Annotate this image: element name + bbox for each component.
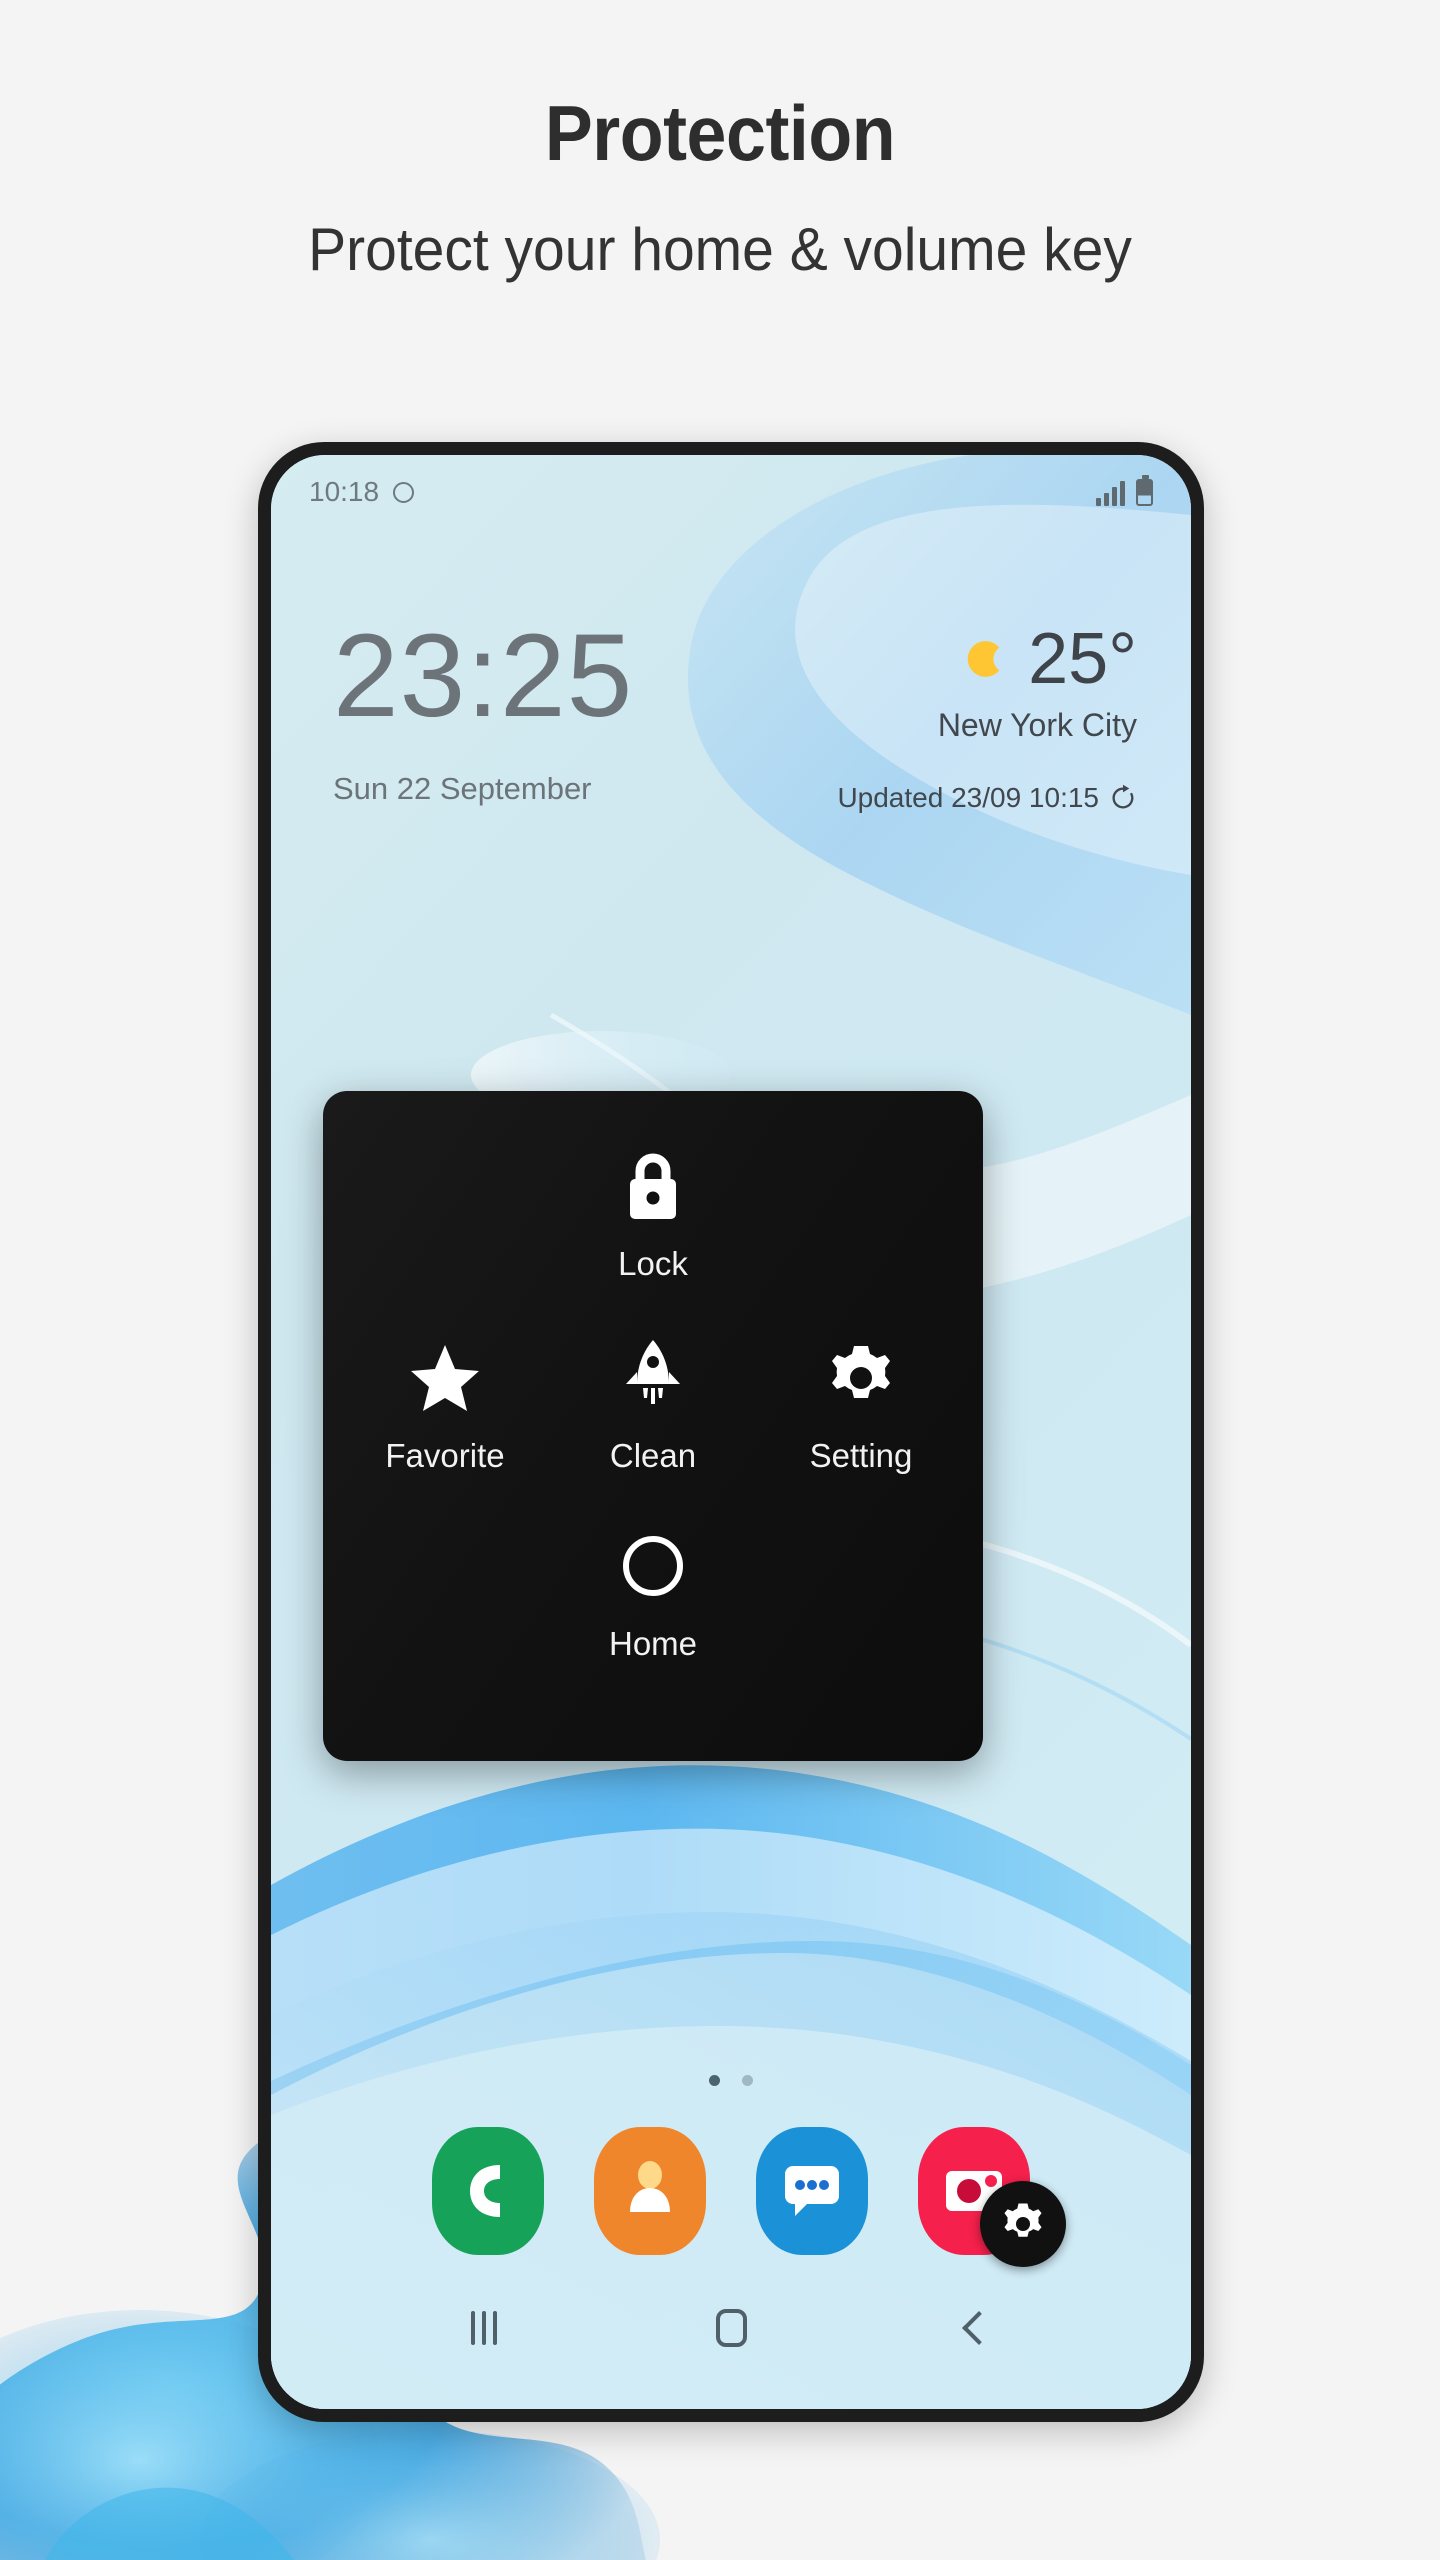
circle-outline-icon [620, 1523, 686, 1609]
recents-icon[interactable] [470, 2311, 497, 2345]
panel-label-favorite: Favorite [385, 1437, 505, 1474]
dock-app-camera[interactable] [918, 2127, 1066, 2267]
panel-label-home: Home [608, 1625, 698, 1662]
navigation-bar [271, 2273, 1191, 2383]
moon-icon [967, 641, 1000, 677]
page-subtitle: Protect your home & volume key [308, 216, 1132, 283]
dock [271, 2127, 1191, 2267]
panel-item-home[interactable]: Home [563, 1523, 743, 1663]
status-bar: 10:18 [271, 455, 1191, 529]
panel-row-3: Home [323, 1475, 983, 1663]
rocket-icon [623, 1335, 683, 1421]
weather-widget[interactable]: 25° New York City Updated 23/09 10:15 [837, 623, 1137, 814]
circle-icon [393, 481, 415, 503]
panel-item-lock[interactable]: Lock [563, 1143, 743, 1283]
page-dot-1[interactable] [709, 2075, 720, 2086]
phone-screen: 10:18 23:25 Sun 22 September 25° New Yor… [271, 455, 1191, 2409]
dock-app-contacts[interactable] [594, 2127, 706, 2255]
status-bar-right [1096, 474, 1153, 506]
signal-bars-icon [1096, 480, 1125, 506]
dock-app-messages[interactable] [756, 2127, 868, 2255]
panel-label-clean: Clean [609, 1437, 697, 1474]
battery-icon [1136, 474, 1153, 506]
gear-icon [1004, 2203, 1042, 2237]
phone-mockup: 10:18 23:25 Sun 22 September 25° New Yor… [258, 442, 1204, 2422]
weather-updated-text: Updated 23/09 10:15 [837, 782, 1099, 813]
gear-icon [825, 1335, 897, 1421]
panel-item-setting[interactable]: Setting [771, 1335, 951, 1475]
panel-item-favorite[interactable]: Favorite [355, 1335, 535, 1475]
contacts-app-tile[interactable] [594, 2127, 706, 2255]
status-bar-left: 10:18 [309, 476, 415, 508]
weather-updated: Updated 23/09 10:15 [837, 782, 1137, 814]
protection-overlay-panel[interactable]: Lock Favorite Clean Setting Home [323, 1091, 983, 1761]
panel-row-1: Lock [323, 1091, 983, 1283]
back-chevron-icon[interactable] [962, 2311, 997, 2345]
clock-widget[interactable]: 23:25 Sun 22 September [333, 617, 633, 807]
home-square-icon[interactable] [716, 2309, 748, 2347]
panel-item-clean[interactable]: Clean [563, 1335, 743, 1475]
chat-bubble-icon [785, 2166, 839, 2216]
weather-temperature: 25° [1028, 619, 1137, 699]
panel-label-setting: Setting [809, 1437, 913, 1474]
home-page-dots[interactable] [271, 2075, 1191, 2086]
page-dot-2[interactable] [742, 2075, 753, 2086]
phone-app-tile[interactable] [432, 2127, 544, 2255]
weather-city: New York City [937, 707, 1137, 743]
status-bar-time: 10:18 [309, 476, 380, 507]
dock-app-phone[interactable] [432, 2127, 544, 2255]
page-title: Protection [544, 89, 896, 177]
messages-app-tile[interactable] [756, 2127, 868, 2255]
clock-date: Sun 22 September [333, 771, 592, 806]
person-icon [630, 2161, 670, 2212]
weather-main: 25° [837, 623, 1137, 695]
lock-icon [622, 1143, 684, 1229]
floating-settings-button[interactable] [980, 2181, 1066, 2267]
phone-handset-icon [470, 2165, 500, 2217]
refresh-icon[interactable] [1109, 784, 1137, 812]
promo-screenshot: Protection Protect your home & volume ke… [0, 0, 1440, 2560]
panel-row-2: Favorite Clean Setting [323, 1283, 983, 1475]
star-icon [409, 1335, 481, 1421]
panel-label-lock: Lock [618, 1245, 688, 1282]
clock-time: 23:25 [333, 610, 634, 742]
